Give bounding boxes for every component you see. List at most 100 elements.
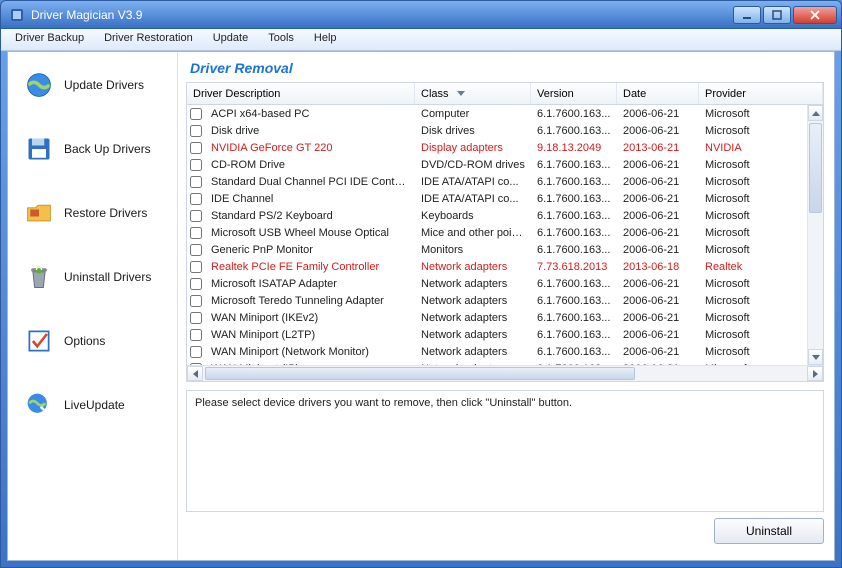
- cell-provider: Microsoft: [699, 295, 823, 307]
- checkbox[interactable]: [190, 142, 202, 154]
- vertical-scrollbar[interactable]: [807, 105, 823, 365]
- cell-description: CD-ROM Drive: [205, 159, 415, 171]
- horizontal-scrollbar[interactable]: [187, 365, 823, 381]
- maximize-button[interactable]: [763, 6, 791, 24]
- uninstall-button[interactable]: Uninstall: [714, 518, 824, 544]
- th-description[interactable]: Driver Description: [187, 83, 415, 104]
- checkbox[interactable]: [190, 312, 202, 324]
- cell-provider: Realtek: [699, 261, 823, 273]
- sidebar-item-update-drivers[interactable]: Update Drivers: [14, 64, 171, 106]
- scroll-up-button[interactable]: [808, 105, 823, 121]
- checkbox[interactable]: [190, 227, 202, 239]
- menu-help[interactable]: Help: [304, 29, 347, 50]
- checkbox[interactable]: [190, 278, 202, 290]
- close-button[interactable]: [793, 6, 837, 24]
- row-checkbox[interactable]: [187, 176, 205, 188]
- checkbox[interactable]: [190, 125, 202, 137]
- checkbox[interactable]: [190, 159, 202, 171]
- info-text: Please select device drivers you want to…: [195, 397, 572, 409]
- th-provider[interactable]: Provider: [699, 83, 823, 104]
- sidebar-item-options[interactable]: Options: [14, 320, 171, 362]
- table-row[interactable]: WAN Miniport (IKEv2)Network adapters6.1.…: [187, 309, 823, 326]
- cell-provider: Microsoft: [699, 227, 823, 239]
- checkbox[interactable]: [190, 295, 202, 307]
- driver-table: Driver Description Class Version Date Pr…: [186, 82, 824, 382]
- table-row[interactable]: ACPI x64-based PCComputer6.1.7600.163...…: [187, 105, 823, 122]
- checkbox[interactable]: [190, 210, 202, 222]
- table-row[interactable]: Standard Dual Channel PCI IDE Controller…: [187, 173, 823, 190]
- checkbox[interactable]: [190, 329, 202, 341]
- row-checkbox[interactable]: [187, 142, 205, 154]
- scroll-thumb[interactable]: [205, 367, 635, 380]
- sidebar-item-backup-drivers[interactable]: Back Up Drivers: [14, 128, 171, 170]
- titlebar[interactable]: Driver Magician V3.9: [1, 1, 841, 29]
- cell-class: Monitors: [415, 244, 531, 256]
- row-checkbox[interactable]: [187, 159, 205, 171]
- table-row[interactable]: Realtek PCIe FE Family ControllerNetwork…: [187, 258, 823, 275]
- cell-version: 6.1.7600.163...: [531, 278, 617, 290]
- cell-class: Computer: [415, 108, 531, 120]
- th-date[interactable]: Date: [617, 83, 699, 104]
- checkbox[interactable]: [190, 176, 202, 188]
- row-checkbox[interactable]: [187, 278, 205, 290]
- globe-arrow-icon: [24, 390, 54, 420]
- th-class[interactable]: Class: [415, 83, 531, 104]
- checkbox[interactable]: [190, 346, 202, 358]
- scroll-track[interactable]: [808, 121, 823, 349]
- row-checkbox[interactable]: [187, 125, 205, 137]
- row-checkbox[interactable]: [187, 346, 205, 358]
- table-row[interactable]: CD-ROM DriveDVD/CD-ROM drives6.1.7600.16…: [187, 156, 823, 173]
- table-row[interactable]: Microsoft ISATAP AdapterNetwork adapters…: [187, 275, 823, 292]
- table-row[interactable]: Disk driveDisk drives6.1.7600.163...2006…: [187, 122, 823, 139]
- checkbox[interactable]: [190, 244, 202, 256]
- scroll-track[interactable]: [203, 366, 807, 381]
- scroll-left-button[interactable]: [187, 366, 203, 381]
- cell-provider: Microsoft: [699, 363, 823, 366]
- checkbox[interactable]: [190, 363, 202, 366]
- table-row[interactable]: NVIDIA GeForce GT 220Display adapters9.1…: [187, 139, 823, 156]
- scroll-right-button[interactable]: [807, 366, 823, 381]
- th-version[interactable]: Version: [531, 83, 617, 104]
- row-checkbox[interactable]: [187, 363, 205, 366]
- table-row[interactable]: Generic PnP MonitorMonitors6.1.7600.163.…: [187, 241, 823, 258]
- cell-provider: Microsoft: [699, 329, 823, 341]
- cell-description: Standard PS/2 Keyboard: [205, 210, 415, 222]
- menu-driver-backup[interactable]: Driver Backup: [5, 29, 94, 50]
- table-body[interactable]: ACPI x64-based PCComputer6.1.7600.163...…: [187, 105, 823, 365]
- scroll-down-button[interactable]: [808, 349, 823, 365]
- table-row[interactable]: WAN Miniport (Network Monitor)Network ad…: [187, 343, 823, 360]
- checkbox[interactable]: [190, 108, 202, 120]
- checkbox[interactable]: [190, 261, 202, 273]
- table-row[interactable]: Standard PS/2 KeyboardKeyboards6.1.7600.…: [187, 207, 823, 224]
- table-row[interactable]: WAN Miniport (L2TP)Network adapters6.1.7…: [187, 326, 823, 343]
- minimize-button[interactable]: [733, 6, 761, 24]
- sidebar-item-restore-drivers[interactable]: Restore Drivers: [14, 192, 171, 234]
- cell-class: IDE ATA/ATAPI co...: [415, 176, 531, 188]
- cell-description: Generic PnP Monitor: [205, 244, 415, 256]
- sidebar-item-uninstall-drivers[interactable]: Uninstall Drivers: [14, 256, 171, 298]
- row-checkbox[interactable]: [187, 329, 205, 341]
- menu-tools[interactable]: Tools: [258, 29, 304, 50]
- row-checkbox[interactable]: [187, 193, 205, 205]
- table-row[interactable]: Microsoft Teredo Tunneling AdapterNetwor…: [187, 292, 823, 309]
- menu-update[interactable]: Update: [203, 29, 258, 50]
- row-checkbox[interactable]: [187, 312, 205, 324]
- row-checkbox[interactable]: [187, 227, 205, 239]
- sidebar: Update Drivers Back Up Drivers Restore D…: [8, 52, 178, 560]
- table-row[interactable]: WAN Miniport (IP)Network adapters6.1.760…: [187, 360, 823, 365]
- row-checkbox[interactable]: [187, 295, 205, 307]
- table-row[interactable]: Microsoft USB Wheel Mouse OpticalMice an…: [187, 224, 823, 241]
- cell-version: 6.1.7600.163...: [531, 159, 617, 171]
- trash-icon: [24, 262, 54, 292]
- row-checkbox[interactable]: [187, 244, 205, 256]
- sidebar-item-liveupdate[interactable]: LiveUpdate: [14, 384, 171, 426]
- cell-date: 2006-06-21: [617, 125, 699, 137]
- menu-driver-restoration[interactable]: Driver Restoration: [94, 29, 203, 50]
- table-row[interactable]: IDE ChannelIDE ATA/ATAPI co...6.1.7600.1…: [187, 190, 823, 207]
- checkbox[interactable]: [190, 193, 202, 205]
- cell-date: 2006-06-21: [617, 329, 699, 341]
- row-checkbox[interactable]: [187, 261, 205, 273]
- row-checkbox[interactable]: [187, 108, 205, 120]
- scroll-thumb[interactable]: [809, 123, 822, 213]
- row-checkbox[interactable]: [187, 210, 205, 222]
